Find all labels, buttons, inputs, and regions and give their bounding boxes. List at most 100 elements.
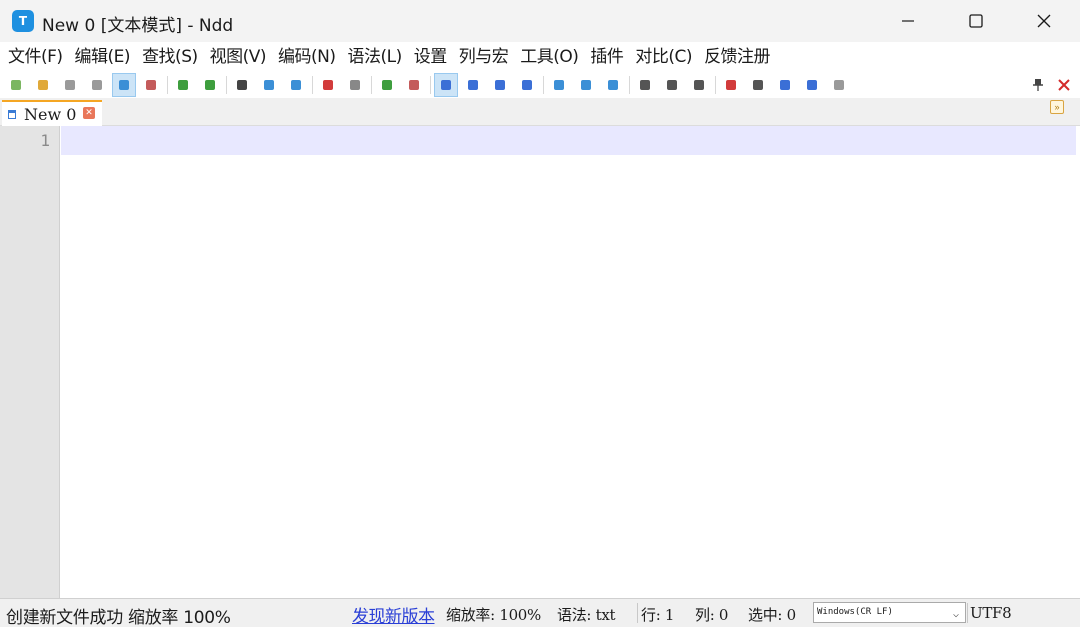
status-line: 行: 1 [641, 606, 675, 624]
show-symbols-icon [468, 80, 478, 90]
stop-macro-button[interactable] [746, 73, 770, 97]
fold-forward-icon [581, 80, 591, 90]
close-doc-button[interactable] [1052, 73, 1076, 97]
status-zoom: 缩放率: 100% [446, 606, 542, 624]
open-file-icon [38, 80, 48, 90]
menu-file[interactable]: 文件(F) [2, 42, 69, 72]
window-title: New 0 [文本模式] - Ndd [42, 16, 234, 36]
menu-column-macro[interactable]: 列与宏 [453, 42, 515, 72]
current-line-highlight[interactable] [61, 126, 1076, 155]
close-window-button[interactable] [1010, 0, 1078, 42]
undo-button[interactable] [171, 73, 195, 97]
save-macro-icon [834, 80, 844, 90]
minimize-button[interactable] [874, 0, 942, 42]
toolbar-separator [715, 76, 716, 94]
toolbar-separator [371, 76, 372, 94]
redo-button[interactable] [198, 73, 222, 97]
auto-save-button[interactable] [112, 73, 136, 97]
save-all-button[interactable] [85, 73, 109, 97]
expand-tabs-icon[interactable]: » [1050, 100, 1064, 114]
record-macro-icon [726, 80, 736, 90]
mark-button[interactable] [316, 73, 340, 97]
status-encoding: UTF8 [970, 604, 1012, 622]
menu-search[interactable]: 查找(S) [136, 42, 204, 72]
link-button[interactable] [601, 73, 625, 97]
close-file-button[interactable] [139, 73, 163, 97]
compare-dir-button[interactable] [633, 73, 657, 97]
link-icon [608, 80, 618, 90]
menu-tools[interactable]: 工具(O) [514, 42, 584, 72]
line-number-gutter: 1 [0, 126, 60, 598]
monitor-button[interactable] [687, 73, 711, 97]
new-version-link[interactable]: 发现新版本 [352, 602, 435, 627]
run-macro-multiple-button[interactable] [800, 73, 824, 97]
toolbar-separator [430, 76, 431, 94]
replace-button[interactable] [257, 73, 281, 97]
status-bar: 创建新文件成功 缩放率 100% 发现新版本 缩放率: 100% 语法: txt… [0, 598, 1080, 627]
clear-mark-button[interactable] [343, 73, 367, 97]
stop-macro-icon [753, 80, 763, 90]
toolbar-separator [226, 76, 227, 94]
toolbar-separator [543, 76, 544, 94]
toolbar-separator [312, 76, 313, 94]
monitor-icon [694, 80, 704, 90]
record-macro-button[interactable] [719, 73, 743, 97]
redo-icon [205, 80, 215, 90]
tab-bar: New 0 ✕ » [0, 98, 1080, 126]
menu-plugins[interactable]: 插件 [584, 42, 629, 72]
menu-feedback-register[interactable]: 反馈注册 [698, 42, 776, 72]
show-whitespace-icon [522, 80, 532, 90]
compare-file-icon [667, 80, 677, 90]
word-wrap-button[interactable] [434, 73, 458, 97]
status-selection: 选中: 0 [748, 606, 796, 624]
toolbar [0, 72, 1080, 98]
menu-syntax[interactable]: 语法(L) [342, 42, 408, 72]
find-button[interactable] [230, 73, 254, 97]
status-message: 创建新文件成功 缩放率 100% [6, 608, 231, 627]
tab-label: New 0 [24, 105, 77, 124]
status-separator [637, 603, 638, 623]
pin-icon [1033, 79, 1043, 91]
menu-edit[interactable]: 编辑(E) [69, 42, 137, 72]
fold-back-icon [554, 80, 564, 90]
maximize-button[interactable] [942, 0, 1010, 42]
app-icon: T [12, 10, 34, 32]
pin-button[interactable] [1026, 73, 1050, 97]
close-doc-icon [1058, 79, 1070, 91]
open-file-button[interactable] [31, 73, 55, 97]
editor-area[interactable]: 1 [0, 126, 1080, 598]
save-macro-button[interactable] [827, 73, 851, 97]
save-icon [65, 80, 75, 90]
show-whitespace-button[interactable] [515, 73, 539, 97]
tab-close-icon[interactable]: ✕ [83, 107, 95, 119]
tab-new-0[interactable]: New 0 ✕ [2, 100, 102, 126]
menu-bar: 文件(F) 编辑(E) 查找(S) 视图(V) 编码(N) 语法(L) 设置 列与宏 工具(O)… [0, 42, 1080, 72]
close-icon [1037, 14, 1051, 28]
menu-encoding[interactable]: 编码(N) [272, 42, 341, 72]
menu-view[interactable]: 视图(V) [204, 42, 272, 72]
auto-save-icon [119, 80, 129, 90]
menu-compare[interactable]: 对比(C) [629, 42, 698, 72]
zoom-in-icon [382, 80, 392, 90]
fold-forward-button[interactable] [574, 73, 598, 97]
indent-guide-button[interactable] [488, 73, 512, 97]
zoom-in-button[interactable] [375, 73, 399, 97]
new-file-button[interactable] [4, 73, 28, 97]
zoom-out-icon [409, 80, 419, 90]
status-syntax: 语法: txt [557, 606, 616, 624]
compare-dir-icon [640, 80, 650, 90]
title-bar: T New 0 [文本模式] - Ndd [0, 0, 1080, 42]
find-in-files-button[interactable] [284, 73, 308, 97]
save-all-icon [92, 80, 102, 90]
fold-back-button[interactable] [547, 73, 571, 97]
show-symbols-button[interactable] [461, 73, 485, 97]
compare-file-button[interactable] [660, 73, 684, 97]
minimize-icon [902, 20, 914, 22]
indent-guide-icon [495, 80, 505, 90]
play-macro-button[interactable] [773, 73, 797, 97]
close-file-icon [146, 80, 156, 90]
save-button[interactable] [58, 73, 82, 97]
eol-select[interactable]: Windows(CR LF) ⌵ [813, 602, 966, 623]
zoom-out-button[interactable] [402, 73, 426, 97]
menu-settings[interactable]: 设置 [408, 42, 453, 72]
